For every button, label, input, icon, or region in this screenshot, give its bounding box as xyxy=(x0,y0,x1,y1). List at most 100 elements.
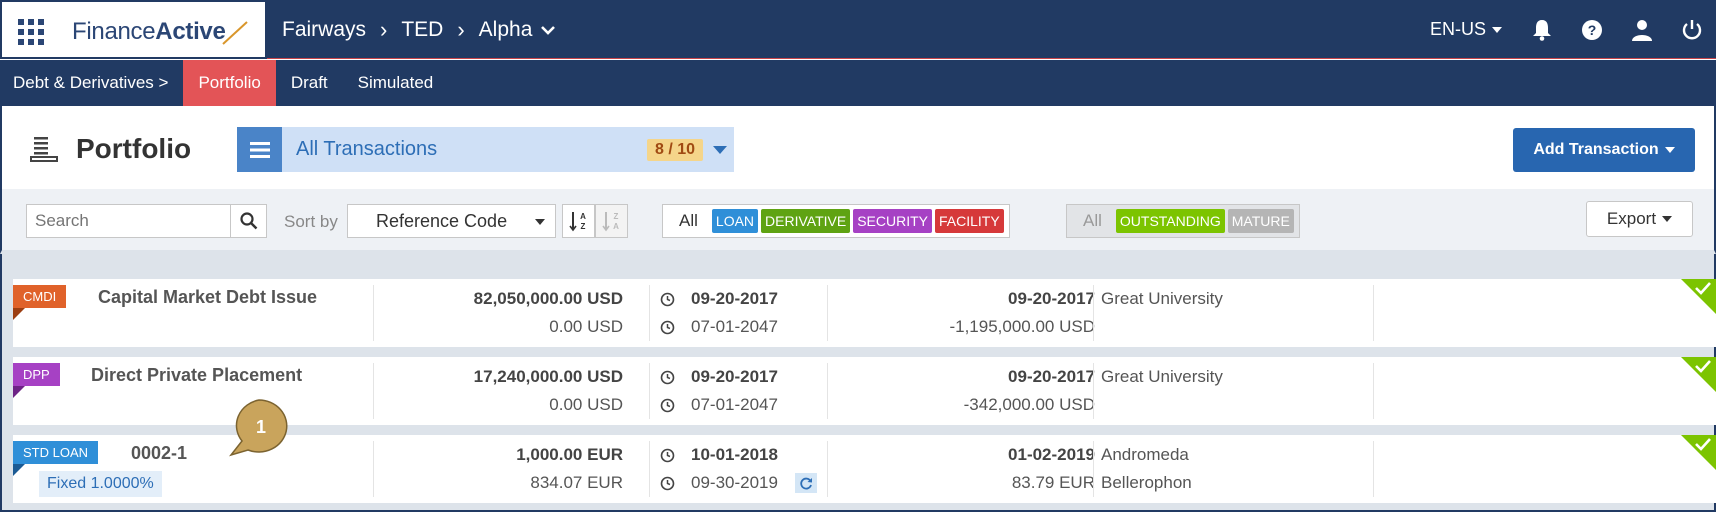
search-input[interactable] xyxy=(26,204,231,238)
column-divider xyxy=(649,285,650,341)
type-filter-security[interactable]: SECURITY xyxy=(853,209,932,233)
type-filter-loan[interactable]: LOAN xyxy=(711,209,759,233)
type-filter-group: All LOAN DERIVATIVE SECURITY FACILITY xyxy=(662,204,1010,238)
top-right-actions: EN-US ? xyxy=(1430,0,1716,59)
caret-down-icon[interactable] xyxy=(713,145,727,154)
apps-grid-icon[interactable] xyxy=(18,19,44,45)
lender: Andromeda xyxy=(1101,445,1189,464)
next-payment-date: 09-20-2017 xyxy=(1008,367,1095,386)
chevron-right-icon: › xyxy=(457,17,465,42)
nominal-amount: 17,240,000.00 USD xyxy=(473,367,623,386)
start-date: 09-20-2017 xyxy=(691,367,778,386)
badge-fold xyxy=(13,308,25,320)
page-header: Portfolio All Transactions 8 / 10 Add Tr… xyxy=(0,106,1716,189)
logo-area: FinanceActive xyxy=(0,0,267,59)
language-selector[interactable]: EN-US xyxy=(1430,19,1502,40)
sort-field-value: Reference Code xyxy=(376,210,508,231)
column-divider xyxy=(373,441,374,497)
chevron-down-icon[interactable] xyxy=(540,22,556,38)
status-filter-group: All OUTSTANDING MATURE xyxy=(1066,204,1300,238)
caret-down-icon xyxy=(535,219,545,225)
clock-icon xyxy=(660,370,675,385)
clock-icon xyxy=(660,476,675,491)
column-divider xyxy=(827,441,828,497)
type-filter-facility[interactable]: FACILITY xyxy=(935,209,1004,233)
column-divider xyxy=(1373,441,1374,497)
counterparty: Great University xyxy=(1101,289,1223,308)
breadcrumb: Fairways › TED › Alpha xyxy=(282,17,556,43)
maturity-date: 07-01-2047 xyxy=(691,317,778,336)
tab-portfolio[interactable]: Portfolio xyxy=(183,60,276,106)
outstanding-amount: 0.00 USD xyxy=(549,395,623,414)
column-divider xyxy=(1093,441,1094,497)
counterparty: Great University xyxy=(1101,367,1223,386)
list-menu-icon[interactable] xyxy=(237,127,282,172)
transaction-title[interactable]: 0002-1 xyxy=(131,443,187,464)
sort-az-icon: A Z xyxy=(568,212,586,232)
status-filter-outstanding[interactable]: OUTSTANDING xyxy=(1115,209,1225,233)
column-divider xyxy=(373,285,374,341)
sort-field-select[interactable]: Reference Code xyxy=(347,204,556,238)
view-label: All Transactions xyxy=(296,138,438,160)
type-badge: DPP xyxy=(13,363,60,386)
status-filter-all[interactable]: All xyxy=(1069,211,1116,231)
page-title: Portfolio xyxy=(76,133,192,164)
type-filter-all[interactable]: All xyxy=(665,211,712,231)
column-divider xyxy=(1373,363,1374,419)
sort-descending-button[interactable]: Z A xyxy=(595,204,628,238)
language-label: EN-US xyxy=(1429,19,1486,39)
sort-by-label: Sort by xyxy=(284,212,338,231)
svg-text:Z: Z xyxy=(580,222,585,231)
caret-down-icon xyxy=(1492,26,1502,33)
transaction-title[interactable]: Capital Market Debt Issue xyxy=(98,287,317,308)
sort-za-icon: Z A xyxy=(601,212,619,232)
clock-icon xyxy=(660,398,675,413)
breadcrumb-alpha[interactable]: Alpha xyxy=(479,18,533,42)
chevron-right-icon: › xyxy=(380,17,388,42)
badge-fold xyxy=(13,386,25,398)
svg-text:Z: Z xyxy=(613,212,618,221)
breadcrumb-fairways[interactable]: Fairways xyxy=(282,18,366,42)
clock-icon xyxy=(660,448,675,463)
search-icon xyxy=(239,212,257,230)
caret-down-icon xyxy=(1664,147,1675,153)
breadcrumb-ted[interactable]: TED xyxy=(401,18,443,42)
portfolio-list-icon xyxy=(30,137,58,162)
svg-text:?: ? xyxy=(1588,22,1597,38)
view-count-badge: 8 / 10 xyxy=(646,138,703,161)
badge-fold xyxy=(13,464,25,476)
add-transaction-button[interactable]: Add Transaction xyxy=(1513,128,1695,172)
power-icon[interactable] xyxy=(1680,18,1704,42)
column-divider xyxy=(827,285,828,341)
top-bar: FinanceActive Fairways › TED › Alpha EN-… xyxy=(0,0,1716,59)
maturity-date: 07-01-2047 xyxy=(691,395,778,414)
section-debt-derivatives[interactable]: Debt & Derivatives > xyxy=(0,60,183,106)
type-badge: CMDI xyxy=(13,285,67,308)
next-payment-amount: -1,195,000.00 USD xyxy=(949,317,1095,336)
transactions-view-select[interactable]: All Transactions 8 / 10 xyxy=(237,127,734,172)
borrower: Bellerophon xyxy=(1101,473,1192,492)
check-icon xyxy=(1695,282,1711,295)
search-button[interactable] xyxy=(230,204,267,238)
tab-draft[interactable]: Draft xyxy=(276,60,343,106)
caret-down-icon xyxy=(1662,216,1673,222)
sort-ascending-button[interactable]: A Z xyxy=(562,204,595,238)
transaction-title[interactable]: Direct Private Placement xyxy=(91,365,302,386)
logo[interactable]: FinanceActive xyxy=(72,18,226,46)
help-icon[interactable]: ? xyxy=(1580,18,1604,42)
type-badge: STD LOAN xyxy=(13,441,99,464)
column-divider xyxy=(1373,285,1374,341)
refresh-icon[interactable] xyxy=(795,473,817,493)
check-icon xyxy=(1695,438,1711,451)
clock-icon xyxy=(660,320,675,335)
export-button[interactable]: Export xyxy=(1586,201,1693,237)
bell-icon[interactable] xyxy=(1530,18,1554,42)
user-icon[interactable] xyxy=(1630,18,1654,42)
outstanding-amount: 834.07 EUR xyxy=(530,473,623,492)
tutorial-callout: 1 xyxy=(228,399,288,457)
tab-simulated[interactable]: Simulated xyxy=(343,60,449,106)
column-divider xyxy=(827,363,828,419)
table-row[interactable]: CMDI Capital Market Debt Issue 82,050,00… xyxy=(13,279,1716,347)
status-filter-mature[interactable]: MATURE xyxy=(1227,209,1294,233)
type-filter-derivative[interactable]: DERIVATIVE xyxy=(761,209,851,233)
